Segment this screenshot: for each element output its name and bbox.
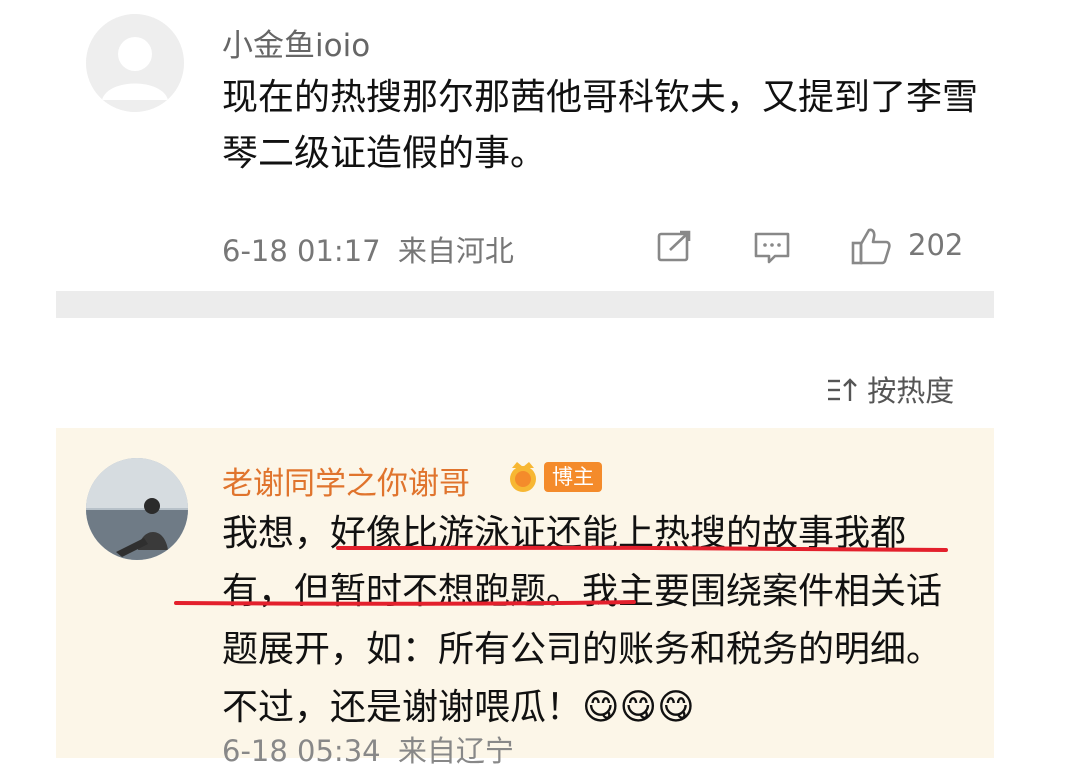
red-underline-annotation: [174, 545, 948, 606]
comment-meta: 6-18 05:34 来自辽宁: [222, 728, 514, 770]
comment-location: 来自辽宁: [397, 734, 514, 768]
comment-date: 6-18 05:34: [222, 734, 381, 768]
